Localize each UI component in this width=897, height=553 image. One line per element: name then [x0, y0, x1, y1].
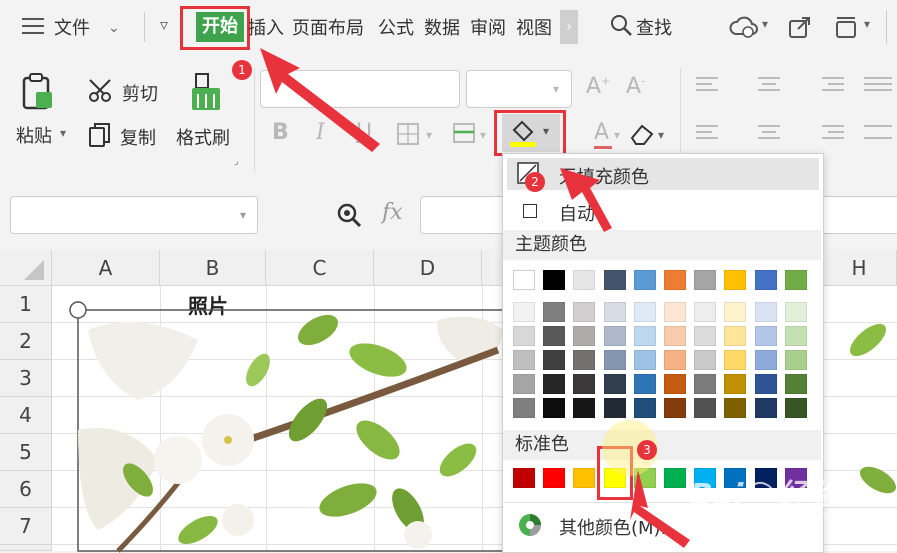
- watermark-text: Bai◯经验: [690, 478, 837, 513]
- arrow-3: [630, 470, 690, 548]
- arrow-1: [260, 48, 380, 152]
- annotation-arrows: [260, 48, 690, 548]
- arrow-2: [560, 168, 612, 232]
- watermark-url: jingyan.baidu.com: [712, 510, 832, 525]
